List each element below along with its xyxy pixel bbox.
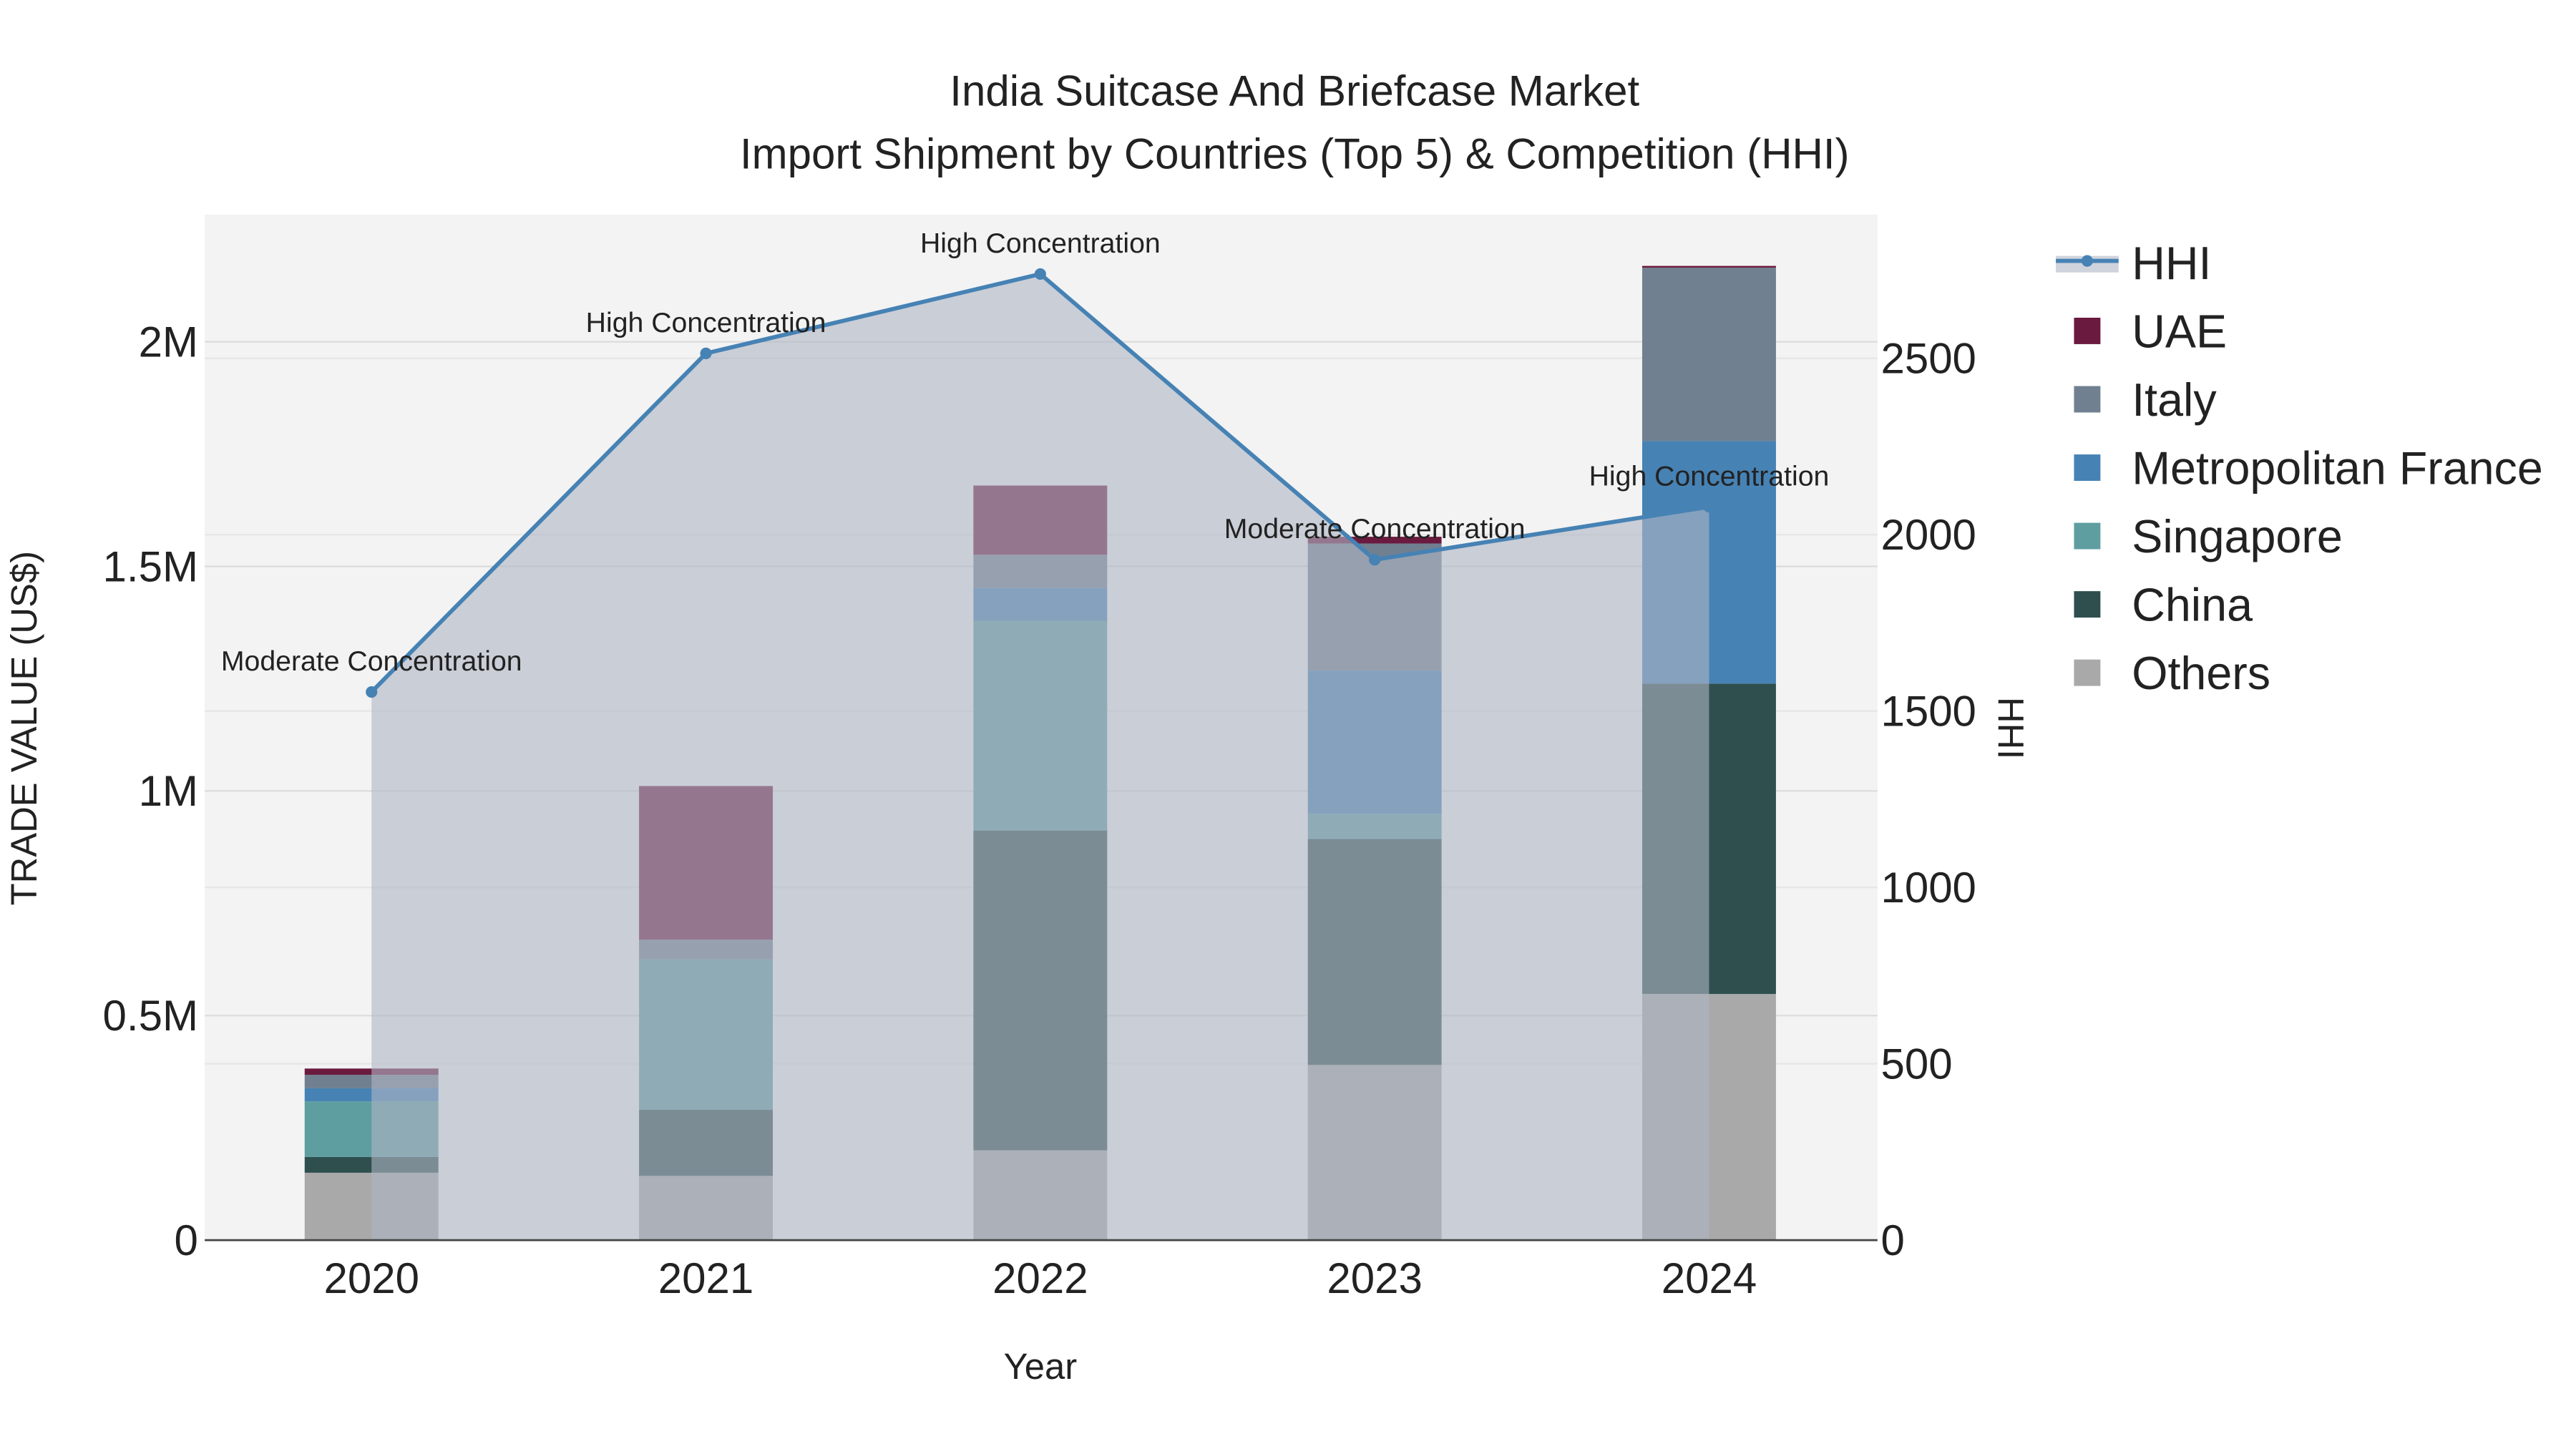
y-tick-label: 1.5M bbox=[103, 542, 198, 590]
bar-italy bbox=[1642, 268, 1776, 441]
hhi-point bbox=[1369, 554, 1381, 566]
chart: India Suitcase And Briefcase Market Impo… bbox=[4, 67, 2543, 1387]
y2-tick-label: 1500 bbox=[1880, 687, 1976, 735]
hhi-annotation: High Concentration bbox=[586, 307, 826, 338]
legend-label: Singapore bbox=[2132, 511, 2343, 562]
y-tick-label: 0.5M bbox=[103, 992, 198, 1040]
chart-title: India Suitcase And Briefcase Market bbox=[950, 67, 1639, 115]
chart-subtitle: Import Shipment by Countries (Top 5) & C… bbox=[740, 130, 1850, 177]
y2-tick-label: 2500 bbox=[1880, 335, 1976, 383]
legend-label: China bbox=[2132, 580, 2253, 631]
y2-tick-label: 1000 bbox=[1880, 864, 1976, 912]
hhi-point bbox=[1703, 501, 1715, 513]
legend-swatch-china bbox=[2074, 591, 2101, 618]
y2-tick-label: 500 bbox=[1880, 1040, 1952, 1088]
y-tick-label: 2M bbox=[139, 318, 198, 366]
x-tick-label: 2020 bbox=[323, 1254, 419, 1302]
x-tick-label: 2024 bbox=[1662, 1254, 1757, 1302]
legend-hhi-marker bbox=[2081, 255, 2093, 267]
hhi-point bbox=[366, 686, 378, 698]
y2-axis-label: HHI bbox=[1990, 697, 2031, 759]
x-axis-label: Year bbox=[1004, 1346, 1078, 1387]
hhi-annotation: Moderate Concentration bbox=[221, 645, 522, 677]
y2-tick-label: 0 bbox=[1880, 1216, 1904, 1264]
bar-uae bbox=[1642, 265, 1776, 268]
x-tick-label: 2023 bbox=[1327, 1254, 1422, 1302]
y-tick-label: 0 bbox=[175, 1216, 198, 1264]
y-tick-label: 1M bbox=[139, 767, 198, 815]
y2-tick-label: 2000 bbox=[1880, 511, 1976, 559]
legend-swatch-uae bbox=[2074, 318, 2101, 344]
legend-swatch-others bbox=[2074, 659, 2101, 686]
x-tick-label: 2022 bbox=[992, 1254, 1088, 1302]
legend-swatch-singapore bbox=[2074, 522, 2101, 550]
legend-label: HHI bbox=[2132, 238, 2211, 289]
legend-label: Metropolitan France bbox=[2132, 443, 2543, 494]
hhi-point bbox=[1034, 268, 1046, 280]
hhi-annotation: High Concentration bbox=[920, 228, 1161, 259]
x-tick-label: 2021 bbox=[658, 1254, 753, 1302]
legend-label: UAE bbox=[2132, 306, 2227, 358]
hhi-annotation: High Concentration bbox=[1589, 460, 1830, 492]
legend-swatch-metropolitan-france bbox=[2074, 454, 2101, 481]
legend-label: Others bbox=[2132, 648, 2270, 699]
legend-label: Italy bbox=[2132, 374, 2217, 426]
legend-swatch-italy bbox=[2074, 386, 2101, 413]
hhi-point bbox=[700, 347, 712, 359]
hhi-annotation: Moderate Concentration bbox=[1224, 513, 1526, 545]
y-axis-label: TRADE VALUE (US$) bbox=[4, 551, 44, 905]
